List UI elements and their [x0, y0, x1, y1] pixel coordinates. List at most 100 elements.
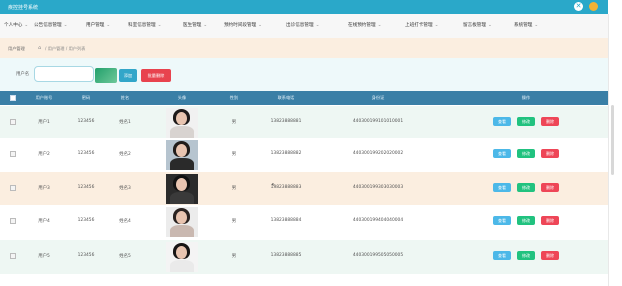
nav-item-label: 科室信息管理: [128, 23, 156, 28]
cell-account: 用户5: [38, 254, 50, 259]
view-button[interactable]: 查看: [493, 251, 511, 260]
cell-account: 用户1: [38, 120, 50, 125]
table-row: 用户2 123456 姓名2 男 13823888882 4403001992020200…: [0, 138, 608, 172]
breadcrumb-path: / 用户管理 / 用户列表: [45, 46, 86, 51]
header-account: 用户账号: [35, 95, 53, 100]
edit-button[interactable]: 修改: [517, 251, 535, 260]
nav-item-2[interactable]: 用户管理 ⌄: [86, 22, 110, 28]
cell-password: 123456: [77, 218, 95, 223]
row-checkbox[interactable]: [10, 218, 16, 224]
nav-item-label: 系统管理: [514, 23, 533, 28]
cell-idcard: 440300199303030003: [352, 185, 404, 190]
mouse-cursor-icon: ↖: [271, 182, 277, 189]
delete-button[interactable]: 删除: [541, 117, 559, 126]
cell-password: 123456: [77, 119, 95, 124]
edit-button[interactable]: 修改: [517, 216, 535, 225]
row-checkbox[interactable]: [10, 119, 16, 125]
cell-idcard: 440300199404040004: [352, 218, 404, 223]
breadcrumb-title: 用户管理: [8, 46, 25, 51]
nav-item-label: 医生管理: [183, 23, 202, 28]
cell-name: 姓名1: [119, 120, 131, 125]
chevron-down-icon: ⌄: [534, 23, 539, 28]
chevron-down-icon: ⌄: [315, 23, 320, 28]
select-all-checkbox[interactable]: [10, 95, 16, 101]
chevron-down-icon: ⌄: [487, 23, 492, 28]
header-actions: 操作: [521, 95, 531, 100]
cell-phone: 13823888882: [270, 151, 302, 156]
home-icon[interactable]: ⌂: [38, 45, 41, 51]
cell-name: 姓名2: [119, 152, 131, 157]
table-row: 用户3 123456 姓名3 男 13823888883 4403001993030300…: [0, 172, 608, 206]
cell-password: 123456: [77, 151, 95, 156]
cell-phone: 13823888881: [270, 119, 302, 124]
table-header: 用户账号 密码 姓名 头像 性别 联系电话 身份证 操作: [0, 91, 608, 105]
add-button[interactable]: 添加: [119, 69, 137, 82]
nav-item-label: 用户管理: [86, 23, 105, 28]
username-search-input[interactable]: [34, 66, 94, 82]
nav-item-4[interactable]: 医生管理 ⌄: [183, 22, 207, 28]
nav-item-6[interactable]: 出诊信息管理 ⌄: [286, 22, 319, 28]
top-bar: 疾控挂号系统: [0, 0, 608, 14]
nav-item-7[interactable]: 在线预约管理 ⌄: [348, 22, 381, 28]
nav-item-1[interactable]: 公告信息管理 ⌄: [34, 22, 67, 28]
scrollbar-thumb[interactable]: [611, 105, 614, 175]
table-row: 用户1 123456 姓名1 男 13823888881 4403001991010100…: [0, 106, 608, 140]
delete-button[interactable]: 删除: [541, 149, 559, 158]
edit-button[interactable]: 修改: [517, 183, 535, 192]
avatar: [166, 108, 198, 138]
row-checkbox[interactable]: [10, 185, 16, 191]
nav-item-label: 个人中心: [4, 23, 23, 28]
cell-account: 用户4: [38, 219, 50, 224]
nav-item-3[interactable]: 科室信息管理 ⌄: [128, 22, 161, 28]
nav-item-label: 预约时间段管理: [224, 23, 257, 28]
search-button[interactable]: [95, 68, 117, 83]
nav-item-label: 公告信息管理: [34, 23, 62, 28]
cell-account: 用户3: [38, 186, 50, 191]
delete-button[interactable]: 删除: [541, 251, 559, 260]
cell-name: 姓名5: [119, 254, 131, 259]
nav-item-0[interactable]: 个人中心 ⌄: [4, 22, 28, 28]
header-name: 姓名: [120, 95, 130, 100]
cell-gender: 男: [231, 254, 237, 259]
chevron-down-icon: ⌄: [434, 23, 439, 28]
cell-account: 用户2: [38, 152, 50, 157]
nav-item-5[interactable]: 预约时间段管理 ⌄: [224, 22, 262, 28]
cell-idcard: 440300199202020002: [352, 151, 404, 156]
main-nav: 个人中心 ⌄ 公告信息管理 ⌄ 用户管理 ⌄ 科室信息管理 ⌄ 医生管理 ⌄ 预约时间段管理 ⌄ 出诊信…: [0, 14, 608, 38]
delete-button[interactable]: 删除: [541, 183, 559, 192]
nav-item-label: 上班打卡管理: [405, 23, 433, 28]
edit-button[interactable]: 修改: [517, 117, 535, 126]
chevron-down-icon: ⌄: [157, 23, 162, 28]
view-button[interactable]: 查看: [493, 149, 511, 158]
nav-item-9[interactable]: 留言板管理 ⌄: [463, 22, 492, 28]
app-title: 疾控挂号系统: [8, 5, 39, 11]
edit-button[interactable]: 修改: [517, 149, 535, 158]
cell-gender: 男: [231, 219, 237, 224]
nav-item-8[interactable]: 上班打卡管理 ⌄: [405, 22, 438, 28]
nav-item-10[interactable]: 系统管理 ⌄: [514, 22, 538, 28]
cell-phone: 13823888884: [270, 218, 302, 223]
header-phone: 联系电话: [277, 95, 295, 100]
cell-name: 姓名4: [119, 219, 131, 224]
view-button[interactable]: 查看: [493, 216, 511, 225]
row-checkbox[interactable]: [10, 253, 16, 259]
cell-idcard: 440300199505050005: [352, 253, 404, 258]
bulk-delete-button[interactable]: 批量删除: [141, 69, 171, 82]
avatar: [166, 140, 198, 170]
view-button[interactable]: 查看: [493, 117, 511, 126]
delete-button[interactable]: 删除: [541, 216, 559, 225]
user-avatar-icon[interactable]: [589, 2, 598, 11]
avatar: [166, 242, 198, 272]
cell-gender: 男: [231, 186, 237, 191]
cell-name: 姓名3: [119, 186, 131, 191]
nav-item-label: 在线预约管理: [348, 23, 376, 28]
close-icon[interactable]: ✕: [574, 2, 583, 11]
chevron-down-icon: ⌄: [258, 23, 263, 28]
cell-gender: 男: [231, 120, 237, 125]
chevron-down-icon: ⌄: [377, 23, 382, 28]
avatar: [166, 207, 198, 237]
row-checkbox[interactable]: [10, 151, 16, 157]
cell-password: 123456: [77, 185, 95, 190]
view-button[interactable]: 查看: [493, 183, 511, 192]
header-password: 密码: [81, 95, 91, 100]
